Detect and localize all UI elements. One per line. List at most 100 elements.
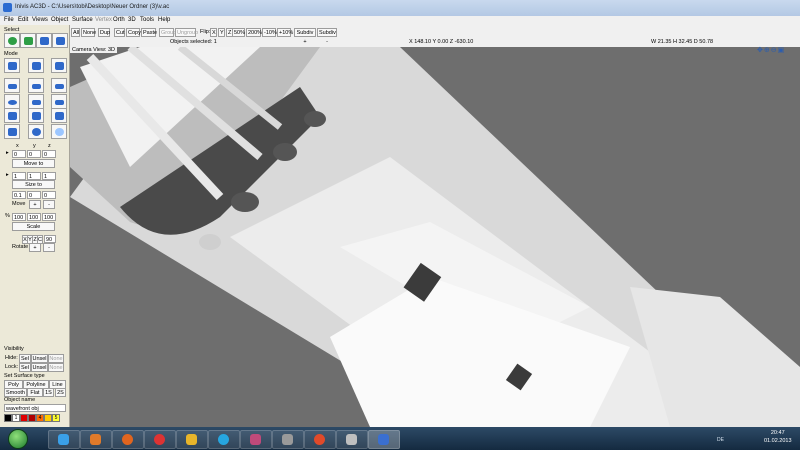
cylinder-tool[interactable] [4,124,20,139]
menu-file[interactable]: File [4,17,14,23]
select-group-tool[interactable] [36,33,52,48]
poly-tool[interactable] [4,78,20,93]
curve-tool[interactable] [51,78,67,93]
sphere-tool[interactable] [28,124,44,139]
camera-menu[interactable]: Camera [72,47,92,53]
language-indicator[interactable]: DE [717,437,724,443]
move-y-field[interactable]: 0 [27,150,41,158]
lock-sel-button[interactable]: Sel [19,363,31,372]
lock-unsel-button[interactable]: Unsel [31,363,48,372]
copy-button[interactable]: Copy [126,28,141,37]
taskbar-app[interactable] [336,430,368,449]
scale-plus10-button[interactable]: +10% [277,28,293,37]
lock-none-button[interactable]: None [48,363,64,372]
size-to-button[interactable]: Size to [12,180,55,189]
dup-button[interactable]: Dup [98,28,110,37]
rotate-angle-field[interactable]: 90 [44,235,56,243]
taskbar-app[interactable] [240,430,272,449]
menu-edit[interactable]: Edit [18,17,28,23]
line-tool[interactable] [28,78,44,93]
light-tool[interactable] [51,124,67,139]
move-expander-icon[interactable]: ▸ [6,150,9,156]
taskbar-ie[interactable] [48,430,80,449]
paste-button[interactable]: Paste [141,28,157,37]
palette-number-swatch[interactable]: 4 [36,414,44,422]
subdiv-minus-button[interactable]: Subdiv - [317,28,337,45]
scale-x-field[interactable]: 100 [12,213,26,221]
cube-tool[interactable] [51,108,67,123]
surface-1s-button[interactable]: 1S [43,388,54,397]
3d-viewport[interactable] [70,47,800,427]
move-z-field[interactable]: 0 [42,150,56,158]
palette-number-swatch[interactable]: 1 [12,414,20,422]
surface-2s-button[interactable]: 2S [55,388,66,397]
rotate-tool[interactable] [28,58,44,73]
palette-color-swatch[interactable] [20,414,28,422]
move-tool[interactable] [4,58,20,73]
size-y-field[interactable]: 1 [27,172,41,180]
object-name-field[interactable]: wavefront obj [4,404,66,412]
hide-sel-button[interactable]: Sel [19,354,31,363]
figure-tool[interactable] [51,58,67,73]
menu-surface[interactable]: Surface [72,17,93,23]
taskbar-app[interactable] [272,430,304,449]
move-plus-button[interactable]: + [29,200,41,209]
select-object-tool[interactable] [20,33,36,48]
taskbar-app[interactable] [304,430,336,449]
mesh-tool[interactable] [51,94,67,109]
taskbar-ac3d[interactable] [368,430,400,449]
move-minus-button[interactable]: - [43,200,55,209]
hide-none-button[interactable]: None [48,354,64,363]
view-menu[interactable]: View: 3D [93,47,115,53]
rotate-minus-button[interactable]: - [43,243,55,252]
menu-views[interactable]: Views [32,17,48,23]
surface-smooth-button[interactable]: Smooth [4,388,27,397]
ungroup-button[interactable]: Ungroup [175,28,198,37]
select-all-button[interactable]: All [71,28,80,37]
step-y-field[interactable]: 0 [27,191,41,199]
taskbar-chrome[interactable] [144,430,176,449]
box-tool[interactable] [4,108,20,123]
taskbar-skype[interactable] [208,430,240,449]
surface-flat-button[interactable]: Flat [27,388,43,397]
flip-x-button[interactable]: X [210,28,217,37]
scale-200-button[interactable]: 200% [246,28,262,37]
clock[interactable]: 20:47 01.02.2013 [764,429,792,445]
cut-button[interactable]: Cut [114,28,125,37]
disk-tool[interactable] [28,94,44,109]
menu-3d[interactable]: 3D [128,17,136,23]
step-x-field[interactable]: 0.1 [12,191,26,199]
step-z-field[interactable]: 0 [42,191,56,199]
menu-help[interactable]: Help [158,17,170,23]
scale-50-button[interactable]: 50% [232,28,245,37]
menu-orth[interactable]: Orth [113,17,125,23]
move-x-field[interactable]: 0 [12,150,26,158]
select-none-button[interactable]: None [81,28,96,37]
taskbar-media[interactable] [80,430,112,449]
hide-unsel-button[interactable]: Unsel [31,354,48,363]
size-x-field[interactable]: 1 [12,172,26,180]
scale-y-field[interactable]: 100 [27,213,41,221]
select-surface-tool[interactable] [52,33,68,48]
palette-number-swatch[interactable]: 5 [52,414,60,422]
taskbar-app[interactable] [176,430,208,449]
palette-color-swatch[interactable] [44,414,52,422]
box-alt-tool[interactable] [28,108,44,123]
select-vertex-tool[interactable] [4,33,20,48]
rotate-plus-button[interactable]: + [29,243,41,252]
ellipse-tool[interactable] [4,94,20,109]
menu-tools[interactable]: Tools [140,17,154,23]
palette-color-swatch[interactable] [28,414,36,422]
group-button[interactable]: Group [159,28,176,37]
scale-z-field[interactable]: 100 [42,213,56,221]
palette-color-swatch[interactable] [4,414,12,422]
size-expander-icon[interactable]: ▸ [6,172,9,178]
scale-minus10-button[interactable]: -10% [262,28,277,37]
view-navigation-icons[interactable]: ✥⊕⊖▣ [757,46,785,54]
menu-object[interactable]: Object [51,17,68,23]
flip-y-button[interactable]: Y [218,28,225,37]
start-button[interactable] [8,429,28,449]
size-z-field[interactable]: 1 [42,172,56,180]
menu-vertex[interactable]: Vertex [95,17,112,23]
scale-button[interactable]: Scale [12,222,55,231]
